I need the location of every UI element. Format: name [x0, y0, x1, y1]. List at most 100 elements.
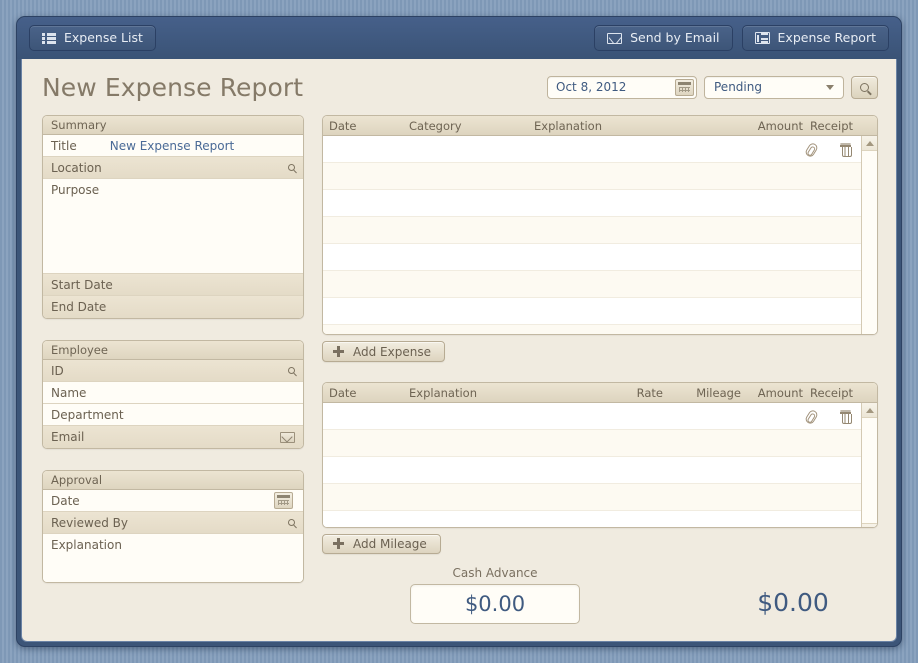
expense-col-category[interactable]: Category	[409, 119, 534, 133]
add-mileage-button[interactable]: Add Mileage	[322, 534, 441, 555]
approval-reviewed-by-row[interactable]: Reviewed By	[43, 512, 303, 534]
totals-area: Cash Advance $0.00 $0.00	[322, 566, 878, 631]
table-row[interactable]	[323, 298, 861, 325]
approval-date-row[interactable]: Date	[43, 490, 303, 512]
application-window: Expense List Send by Email Expense Repor…	[16, 16, 902, 647]
table-row[interactable]	[323, 484, 861, 511]
mileage-col-receipt[interactable]: Receipt	[803, 386, 871, 400]
mileage-col-mileage[interactable]: Mileage	[663, 386, 741, 400]
report-date-field[interactable]: Oct 8, 2012	[547, 76, 697, 99]
table-row[interactable]	[323, 217, 861, 244]
summary-location-label: Location	[51, 161, 102, 175]
paperclip-icon[interactable]	[806, 143, 816, 156]
employee-id-row[interactable]: ID	[43, 360, 303, 382]
table-row[interactable]	[323, 325, 861, 335]
summary-end-date-row[interactable]: End Date	[43, 296, 303, 318]
plus-icon	[333, 538, 344, 549]
employee-id-label: ID	[51, 364, 64, 378]
approval-panel: Approval Date Reviewed By Explanation	[42, 470, 304, 583]
expense-col-date[interactable]: Date	[329, 119, 409, 133]
report-date-value: Oct 8, 2012	[556, 81, 626, 93]
scroll-up-button[interactable]	[862, 136, 877, 151]
expense-list-button[interactable]: Expense List	[29, 25, 156, 51]
envelope-icon	[607, 33, 622, 44]
body-columns: Summary Title New Expense Report Locatio…	[22, 115, 896, 641]
employee-name-label: Name	[51, 386, 86, 400]
page-title: New Expense Report	[42, 73, 303, 102]
cash-advance-input[interactable]: $0.00	[410, 584, 580, 624]
right-column: Date Category Explanation Amount Receipt	[322, 115, 878, 631]
envelope-icon[interactable]	[280, 432, 295, 443]
mileage-row-actions	[806, 403, 851, 430]
expense-table-body	[323, 136, 877, 335]
expense-row-actions	[806, 136, 851, 163]
expense-table-header: Date Category Explanation Amount Receipt	[323, 116, 877, 136]
summary-title-value: New Expense Report	[110, 139, 235, 153]
trash-icon[interactable]	[840, 143, 851, 156]
triangle-up-icon	[866, 408, 874, 413]
summary-purpose-field[interactable]: Purpose	[43, 179, 303, 274]
mileage-col-rate[interactable]: Rate	[611, 386, 663, 400]
search-icon[interactable]	[288, 519, 295, 526]
summary-panel: Summary Title New Expense Report Locatio…	[42, 115, 304, 319]
table-row[interactable]	[323, 163, 861, 190]
mileage-col-amount[interactable]: Amount	[741, 386, 803, 400]
summary-location-row[interactable]: Location	[43, 157, 303, 179]
mileage-table-scrollbar[interactable]	[861, 403, 877, 527]
table-row[interactable]	[323, 430, 861, 457]
approval-explanation-label: Explanation	[51, 538, 122, 552]
mileage-table: Date Explanation Rate Mileage Amount Rec…	[322, 382, 878, 527]
expense-col-receipt[interactable]: Receipt	[803, 119, 871, 133]
approval-date-label: Date	[51, 494, 80, 508]
table-row[interactable]	[323, 271, 861, 298]
search-button[interactable]	[851, 76, 878, 99]
mileage-col-date[interactable]: Date	[329, 386, 409, 400]
status-dropdown[interactable]: Pending	[704, 76, 844, 99]
summary-title-label: Title	[51, 139, 77, 153]
expense-table-rows	[323, 136, 861, 335]
send-by-email-button[interactable]: Send by Email	[594, 25, 732, 51]
expense-table: Date Category Explanation Amount Receipt	[322, 115, 878, 335]
employee-department-row[interactable]: Department	[43, 404, 303, 426]
list-icon	[42, 33, 56, 44]
paperclip-icon[interactable]	[806, 410, 816, 423]
expense-col-amount[interactable]: Amount	[743, 119, 803, 133]
approval-explanation-field[interactable]: Explanation	[43, 534, 303, 582]
calendar-icon[interactable]	[274, 492, 293, 509]
add-expense-button[interactable]: Add Expense	[322, 341, 445, 362]
expense-report-button[interactable]: Expense Report	[742, 25, 889, 51]
employee-email-row[interactable]: Email	[43, 426, 303, 448]
expense-col-explanation[interactable]: Explanation	[534, 119, 743, 133]
triangle-up-icon	[866, 141, 874, 146]
calendar-icon[interactable]	[675, 79, 694, 96]
table-row[interactable]	[323, 403, 861, 430]
table-row[interactable]	[323, 457, 861, 484]
scroll-down-button[interactable]	[862, 523, 877, 527]
employee-panel-header: Employee	[43, 341, 303, 360]
employee-name-row[interactable]: Name	[43, 382, 303, 404]
cash-advance-block: Cash Advance $0.00	[410, 566, 580, 624]
content-area: New Expense Report Oct 8, 2012 Pending	[21, 59, 897, 642]
table-row[interactable]	[323, 136, 861, 163]
summary-title-row[interactable]: Title New Expense Report	[43, 135, 303, 157]
expense-table-scrollbar[interactable]	[861, 136, 877, 335]
scrollbar-track[interactable]	[862, 418, 877, 523]
mileage-table-body	[323, 403, 877, 527]
table-row[interactable]	[323, 244, 861, 271]
summary-start-date-row[interactable]: Start Date	[43, 274, 303, 296]
expense-list-button-label: Expense List	[64, 32, 143, 45]
search-icon[interactable]	[288, 164, 295, 171]
employee-panel: Employee ID Name Department Email	[42, 340, 304, 449]
mileage-col-explanation[interactable]: Explanation	[409, 386, 611, 400]
table-row[interactable]	[323, 511, 861, 527]
scrollbar-track[interactable]	[862, 151, 877, 335]
summary-start-date-label: Start Date	[51, 278, 113, 292]
employee-email-label: Email	[51, 430, 84, 444]
search-icon[interactable]	[288, 367, 295, 374]
window-titlebar: Expense List Send by Email Expense Repor…	[17, 17, 901, 59]
trash-icon[interactable]	[840, 410, 851, 423]
table-row[interactable]	[323, 190, 861, 217]
scroll-up-button[interactable]	[862, 403, 877, 418]
chevron-down-icon	[826, 85, 834, 90]
mileage-table-header: Date Explanation Rate Mileage Amount Rec…	[323, 383, 877, 403]
